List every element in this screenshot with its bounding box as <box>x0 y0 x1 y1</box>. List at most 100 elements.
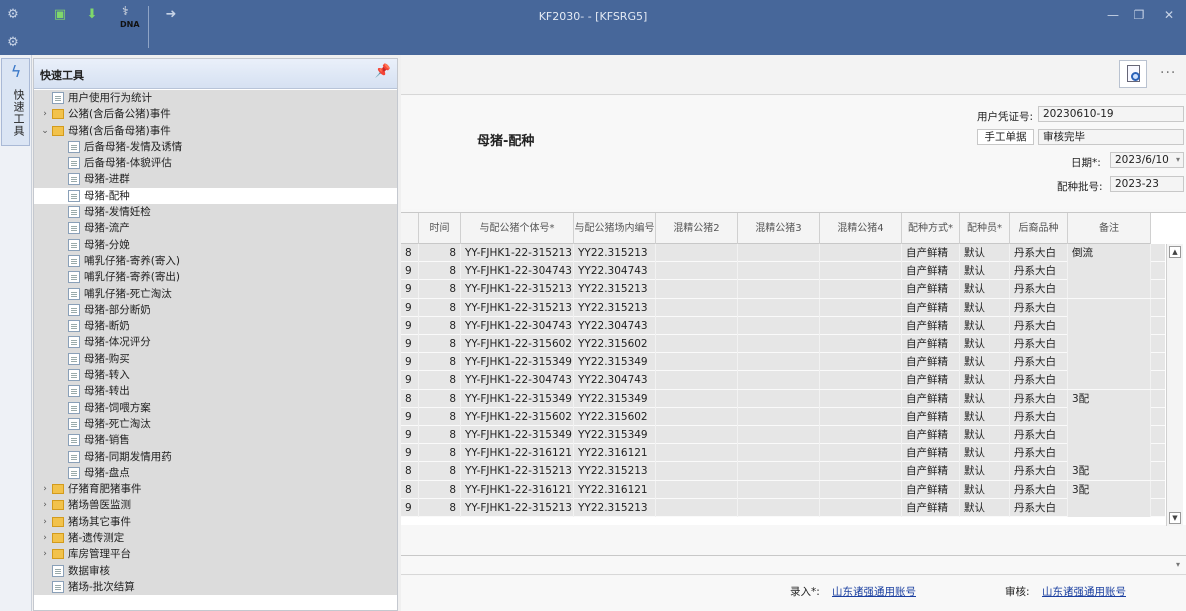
chevron-right-icon[interactable]: › <box>40 106 50 122</box>
scroll-up-icon[interactable]: ▲ <box>1169 246 1181 258</box>
chevron-right-icon[interactable]: › <box>40 514 50 530</box>
chevron-right-icon[interactable]: › <box>40 481 50 497</box>
table-cell[interactable]: YY-FJHK1-22-315602 <box>461 335 574 353</box>
column-header[interactable]: 后裔品种 <box>1010 213 1068 244</box>
table-cell[interactable] <box>1068 280 1151 299</box>
table-cell[interactable]: 自产鲜精 <box>902 244 960 262</box>
table-row[interactable]: 9 8 YY-FJHK1-22-304743 YY22.304743 自产鲜精 默认 丹系大… <box>401 371 1165 390</box>
table-cell[interactable]: YY-FJHK1-22-315213 <box>461 298 574 317</box>
table-cell[interactable] <box>820 407 902 426</box>
table-row[interactable]: 9 8 YY-FJHK1-22-315349 YY22.315349 自产鲜精 默认 丹系大… <box>401 353 1165 372</box>
table-cell[interactable] <box>820 280 902 299</box>
audit-user-link[interactable]: 山东诸强通用账号 <box>1042 584 1126 599</box>
table-cell[interactable]: 默认 <box>960 262 1010 281</box>
manual-document-checkbox[interactable]: 手工单据 <box>977 129 1034 145</box>
table-cell[interactable] <box>656 280 738 299</box>
table-cell[interactable] <box>656 335 738 353</box>
tree-item[interactable]: › 猪-遗传测定 <box>34 530 397 547</box>
table-cell[interactable]: YY22.315213 <box>574 498 656 517</box>
minimize-button[interactable]: — <box>1100 6 1126 24</box>
tree-item[interactable]: 母猪-转出 <box>34 383 397 400</box>
table-cell[interactable]: 丹系大白 <box>1010 262 1068 281</box>
table-cell[interactable] <box>738 426 820 444</box>
table-cell[interactable]: YY22.315602 <box>574 407 656 426</box>
table-cell[interactable]: YY22.315349 <box>574 389 656 408</box>
table-cell[interactable]: YY22.315349 <box>574 426 656 444</box>
tree-item[interactable]: › 库房管理平台 <box>34 546 397 563</box>
table-cell[interactable]: YY22.304743 <box>574 371 656 390</box>
tree-item[interactable]: 母猪-转入 <box>34 367 397 384</box>
table-cell[interactable]: 8 <box>419 371 461 390</box>
table-cell[interactable] <box>738 444 820 463</box>
table-row[interactable]: 8 8 YY-FJHK1-22-315213 YY22.315213 自产鲜精 默认 丹系大… <box>401 244 1165 263</box>
table-cell[interactable] <box>738 371 820 390</box>
column-header[interactable]: 混精公猪4 <box>820 213 902 244</box>
tree-item[interactable]: 用户使用行为统计 <box>34 90 397 107</box>
batch-field[interactable]: 2023-23 <box>1110 176 1184 192</box>
table-cell[interactable] <box>820 498 902 517</box>
table-cell[interactable]: 9 <box>401 444 419 463</box>
table-cell[interactable]: 8 <box>419 335 461 353</box>
table-cell[interactable]: 8 <box>401 462 419 481</box>
column-header[interactable] <box>401 213 419 244</box>
table-cell[interactable]: 默认 <box>960 280 1010 299</box>
table-cell[interactable]: 默认 <box>960 498 1010 517</box>
table-cell[interactable] <box>656 498 738 517</box>
chevron-right-icon[interactable]: › <box>40 497 50 513</box>
table-cell[interactable] <box>738 298 820 317</box>
table-cell[interactable]: 8 <box>419 244 461 262</box>
table-cell[interactable] <box>738 498 820 517</box>
table-cell[interactable]: 8 <box>419 444 461 463</box>
chevron-right-icon[interactable]: › <box>40 530 50 546</box>
chevron-down-icon[interactable]: ⌄ <box>40 123 50 139</box>
table-cell[interactable] <box>656 407 738 426</box>
table-cell[interactable]: 默认 <box>960 371 1010 390</box>
table-cell[interactable] <box>738 280 820 299</box>
table-cell[interactable]: 8 <box>419 389 461 408</box>
table-cell[interactable]: 丹系大白 <box>1010 335 1068 353</box>
table-cell[interactable]: 默认 <box>960 407 1010 426</box>
tree-item[interactable]: 猪场-批次结算 <box>34 578 397 596</box>
table-cell[interactable]: 8 <box>419 498 461 517</box>
table-cell[interactable]: YY-FJHK1-22-315602 <box>461 407 574 426</box>
table-cell[interactable] <box>1068 426 1151 444</box>
table-row[interactable]: 9 8 YY-FJHK1-22-315602 YY22.315602 自产鲜精 默认 丹系大… <box>401 335 1165 354</box>
table-cell[interactable] <box>656 262 738 281</box>
table-cell[interactable] <box>820 353 902 372</box>
tree-item[interactable]: 母猪-体况评分 <box>34 334 397 351</box>
table-cell[interactable]: YY-FJHK1-22-315349 <box>461 389 574 408</box>
table-cell[interactable] <box>656 371 738 390</box>
table-cell[interactable]: 丹系大白 <box>1010 444 1068 463</box>
table-cell[interactable]: 丹系大白 <box>1010 353 1068 372</box>
table-row[interactable]: 9 8 YY-FJHK1-22-315602 YY22.315602 自产鲜精 默认 丹系大… <box>401 407 1165 426</box>
table-cell[interactable]: YY-FJHK1-22-315213 <box>461 280 574 299</box>
table-cell[interactable]: 丹系大白 <box>1010 498 1068 517</box>
table-cell[interactable]: YY22.304743 <box>574 262 656 281</box>
table-cell[interactable] <box>820 462 902 481</box>
tree-item[interactable]: › 猪场其它事件 <box>34 513 397 531</box>
column-header[interactable]: 配种方式* <box>902 213 960 244</box>
table-cell[interactable]: 默认 <box>960 444 1010 463</box>
table-cell[interactable]: YY22.315349 <box>574 353 656 372</box>
table-row[interactable]: 8 8 YY-FJHK1-22-315349 YY22.315349 自产鲜精 默认 丹系大… <box>401 389 1165 408</box>
table-cell[interactable]: 3配 <box>1068 462 1151 481</box>
table-cell[interactable]: YY22.316121 <box>574 444 656 463</box>
table-cell[interactable]: 3配 <box>1068 389 1151 408</box>
tree-item[interactable]: 哺乳仔猪-寄养(寄出) <box>34 269 397 286</box>
table-cell[interactable] <box>1068 262 1151 281</box>
tree-item[interactable]: 后备母猪-体貌评估 <box>34 155 397 172</box>
table-cell[interactable]: 自产鲜精 <box>902 480 960 499</box>
table-cell[interactable]: 9 <box>401 335 419 353</box>
table-cell[interactable] <box>738 462 820 481</box>
column-header[interactable]: 时间 <box>419 213 461 244</box>
date-field[interactable]: 2023/6/10 ▾ <box>1110 152 1184 168</box>
table-cell[interactable]: 自产鲜精 <box>902 353 960 372</box>
table-row[interactable]: 9 8 YY-FJHK1-22-304743 YY22.304743 自产鲜精 默认 丹系大… <box>401 316 1165 335</box>
table-cell[interactable]: 8 <box>419 462 461 481</box>
table-cell[interactable]: 默认 <box>960 426 1010 444</box>
table-cell[interactable]: 9 <box>401 426 419 444</box>
table-cell[interactable] <box>738 262 820 281</box>
tree-item[interactable]: › 公猪(含后备公猪)事件 <box>34 106 397 123</box>
table-cell[interactable]: 默认 <box>960 389 1010 408</box>
column-header[interactable]: 与配公猪场内编号 <box>574 213 656 244</box>
